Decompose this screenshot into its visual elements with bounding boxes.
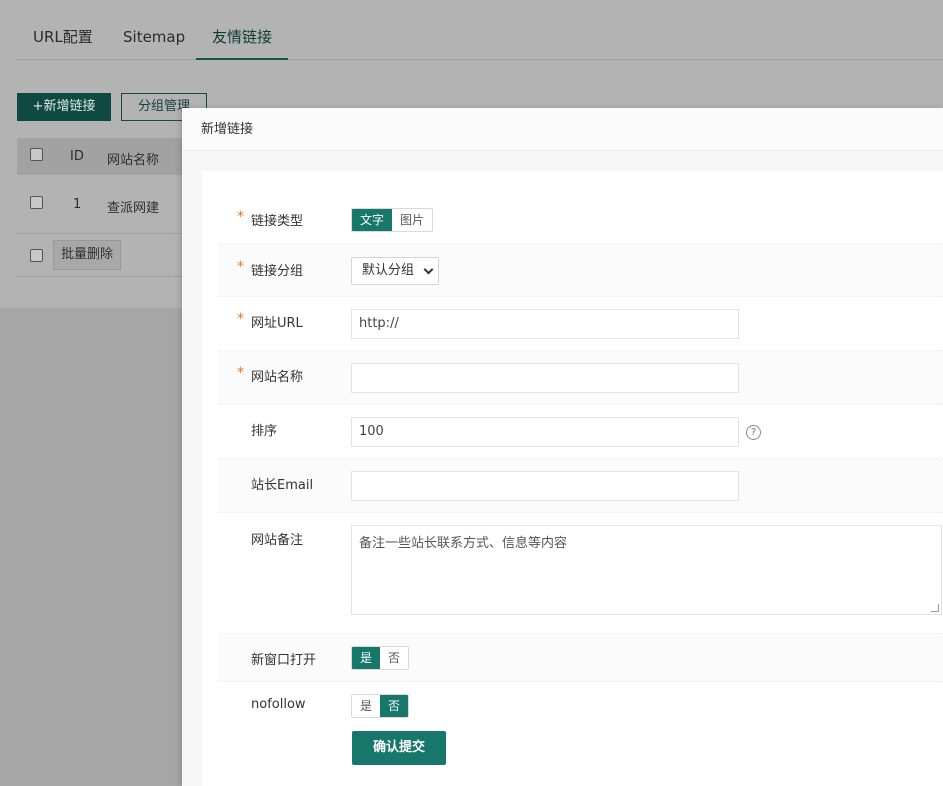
header-id: ID bbox=[70, 149, 84, 164]
select-all-checkbox[interactable] bbox=[30, 148, 43, 161]
sort-input[interactable]: 100 bbox=[351, 417, 739, 447]
link-group-select[interactable]: 默认分组 bbox=[351, 257, 439, 285]
row-site-name: 查派网建 bbox=[107, 201, 160, 216]
link-type-image-option[interactable]: 图片 bbox=[392, 209, 433, 231]
row-link-group: * 链接分组 默认分组 bbox=[218, 244, 943, 297]
row-link-type: * 链接类型 文字 图片 bbox=[218, 193, 943, 244]
label-email: 站长Email bbox=[251, 478, 314, 493]
modal-title: 新增链接 bbox=[182, 108, 943, 151]
nofollow-yes-option[interactable]: 是 bbox=[352, 695, 381, 717]
tab-friend-links[interactable]: 友情链接 bbox=[196, 14, 289, 60]
footer-checkbox[interactable] bbox=[30, 249, 43, 262]
row-new-window: 新窗口打开 是 否 bbox=[218, 634, 943, 682]
site-name-input[interactable] bbox=[351, 363, 739, 393]
link-type-text-option[interactable]: 文字 bbox=[352, 209, 393, 231]
label-site-name: 网站名称 bbox=[251, 370, 304, 385]
tab-bar: URL配置 Sitemap 友情链接 bbox=[16, 14, 943, 60]
email-input[interactable] bbox=[351, 471, 739, 501]
add-link-button[interactable]: +新增链接 bbox=[17, 93, 111, 121]
tab-sitemap[interactable]: Sitemap bbox=[123, 14, 185, 60]
url-input[interactable]: http:// bbox=[351, 309, 739, 339]
submit-button[interactable]: 确认提交 bbox=[352, 731, 446, 765]
row-id: 1 bbox=[73, 197, 82, 212]
row-checkbox[interactable] bbox=[30, 196, 43, 209]
label-remark: 网站备注 bbox=[251, 533, 304, 548]
batch-delete-button[interactable]: 批量删除 bbox=[53, 240, 121, 270]
remark-textarea[interactable]: 备注一些站长联系方式、信息等内容 bbox=[351, 525, 942, 615]
tab-url-config[interactable]: URL配置 bbox=[33, 14, 93, 60]
row-sort: 排序 100 ? bbox=[218, 405, 943, 459]
new-window-no-option[interactable]: 否 bbox=[380, 647, 409, 669]
link-group-value: 默认分组 bbox=[362, 263, 415, 278]
help-icon[interactable]: ? bbox=[746, 425, 761, 440]
row-site-name: * 网站名称 bbox=[218, 351, 943, 405]
label-link-group: 链接分组 bbox=[251, 264, 304, 279]
label-new-window: 新窗口打开 bbox=[251, 653, 317, 668]
nofollow-no-option[interactable]: 否 bbox=[380, 695, 409, 717]
required-mark: * bbox=[237, 209, 244, 225]
row-url: * 网址URL http:// bbox=[218, 297, 943, 351]
label-nofollow: nofollow bbox=[251, 697, 306, 712]
label-url: 网址URL bbox=[251, 316, 303, 331]
new-window-yes-option[interactable]: 是 bbox=[352, 647, 381, 669]
add-link-modal: 新增链接 * 链接类型 文字 图片 * 链接分组 默认分组 * 网址URL ht… bbox=[182, 108, 943, 786]
link-type-toggle: 文字 图片 bbox=[351, 208, 434, 232]
label-link-type: 链接类型 bbox=[251, 214, 304, 229]
header-site-name: 网站名称 bbox=[107, 153, 160, 168]
modal-form: * 链接类型 文字 图片 * 链接分组 默认分组 * 网址URL http://… bbox=[202, 171, 943, 786]
row-email: 站长Email bbox=[218, 459, 943, 513]
label-sort: 排序 bbox=[251, 424, 278, 439]
required-mark: * bbox=[237, 259, 244, 275]
remark-placeholder: 备注一些站长联系方式、信息等内容 bbox=[359, 536, 568, 551]
chevron-down-icon bbox=[423, 264, 434, 275]
resize-handle-icon[interactable] bbox=[931, 604, 939, 612]
required-mark: * bbox=[237, 365, 244, 381]
nofollow-toggle: 是 否 bbox=[351, 694, 410, 718]
required-mark: * bbox=[237, 311, 244, 327]
row-remark: 网站备注 备注一些站长联系方式、信息等内容 bbox=[218, 513, 943, 634]
row-nofollow: nofollow 是 否 bbox=[218, 682, 943, 730]
new-window-toggle: 是 否 bbox=[351, 646, 410, 670]
